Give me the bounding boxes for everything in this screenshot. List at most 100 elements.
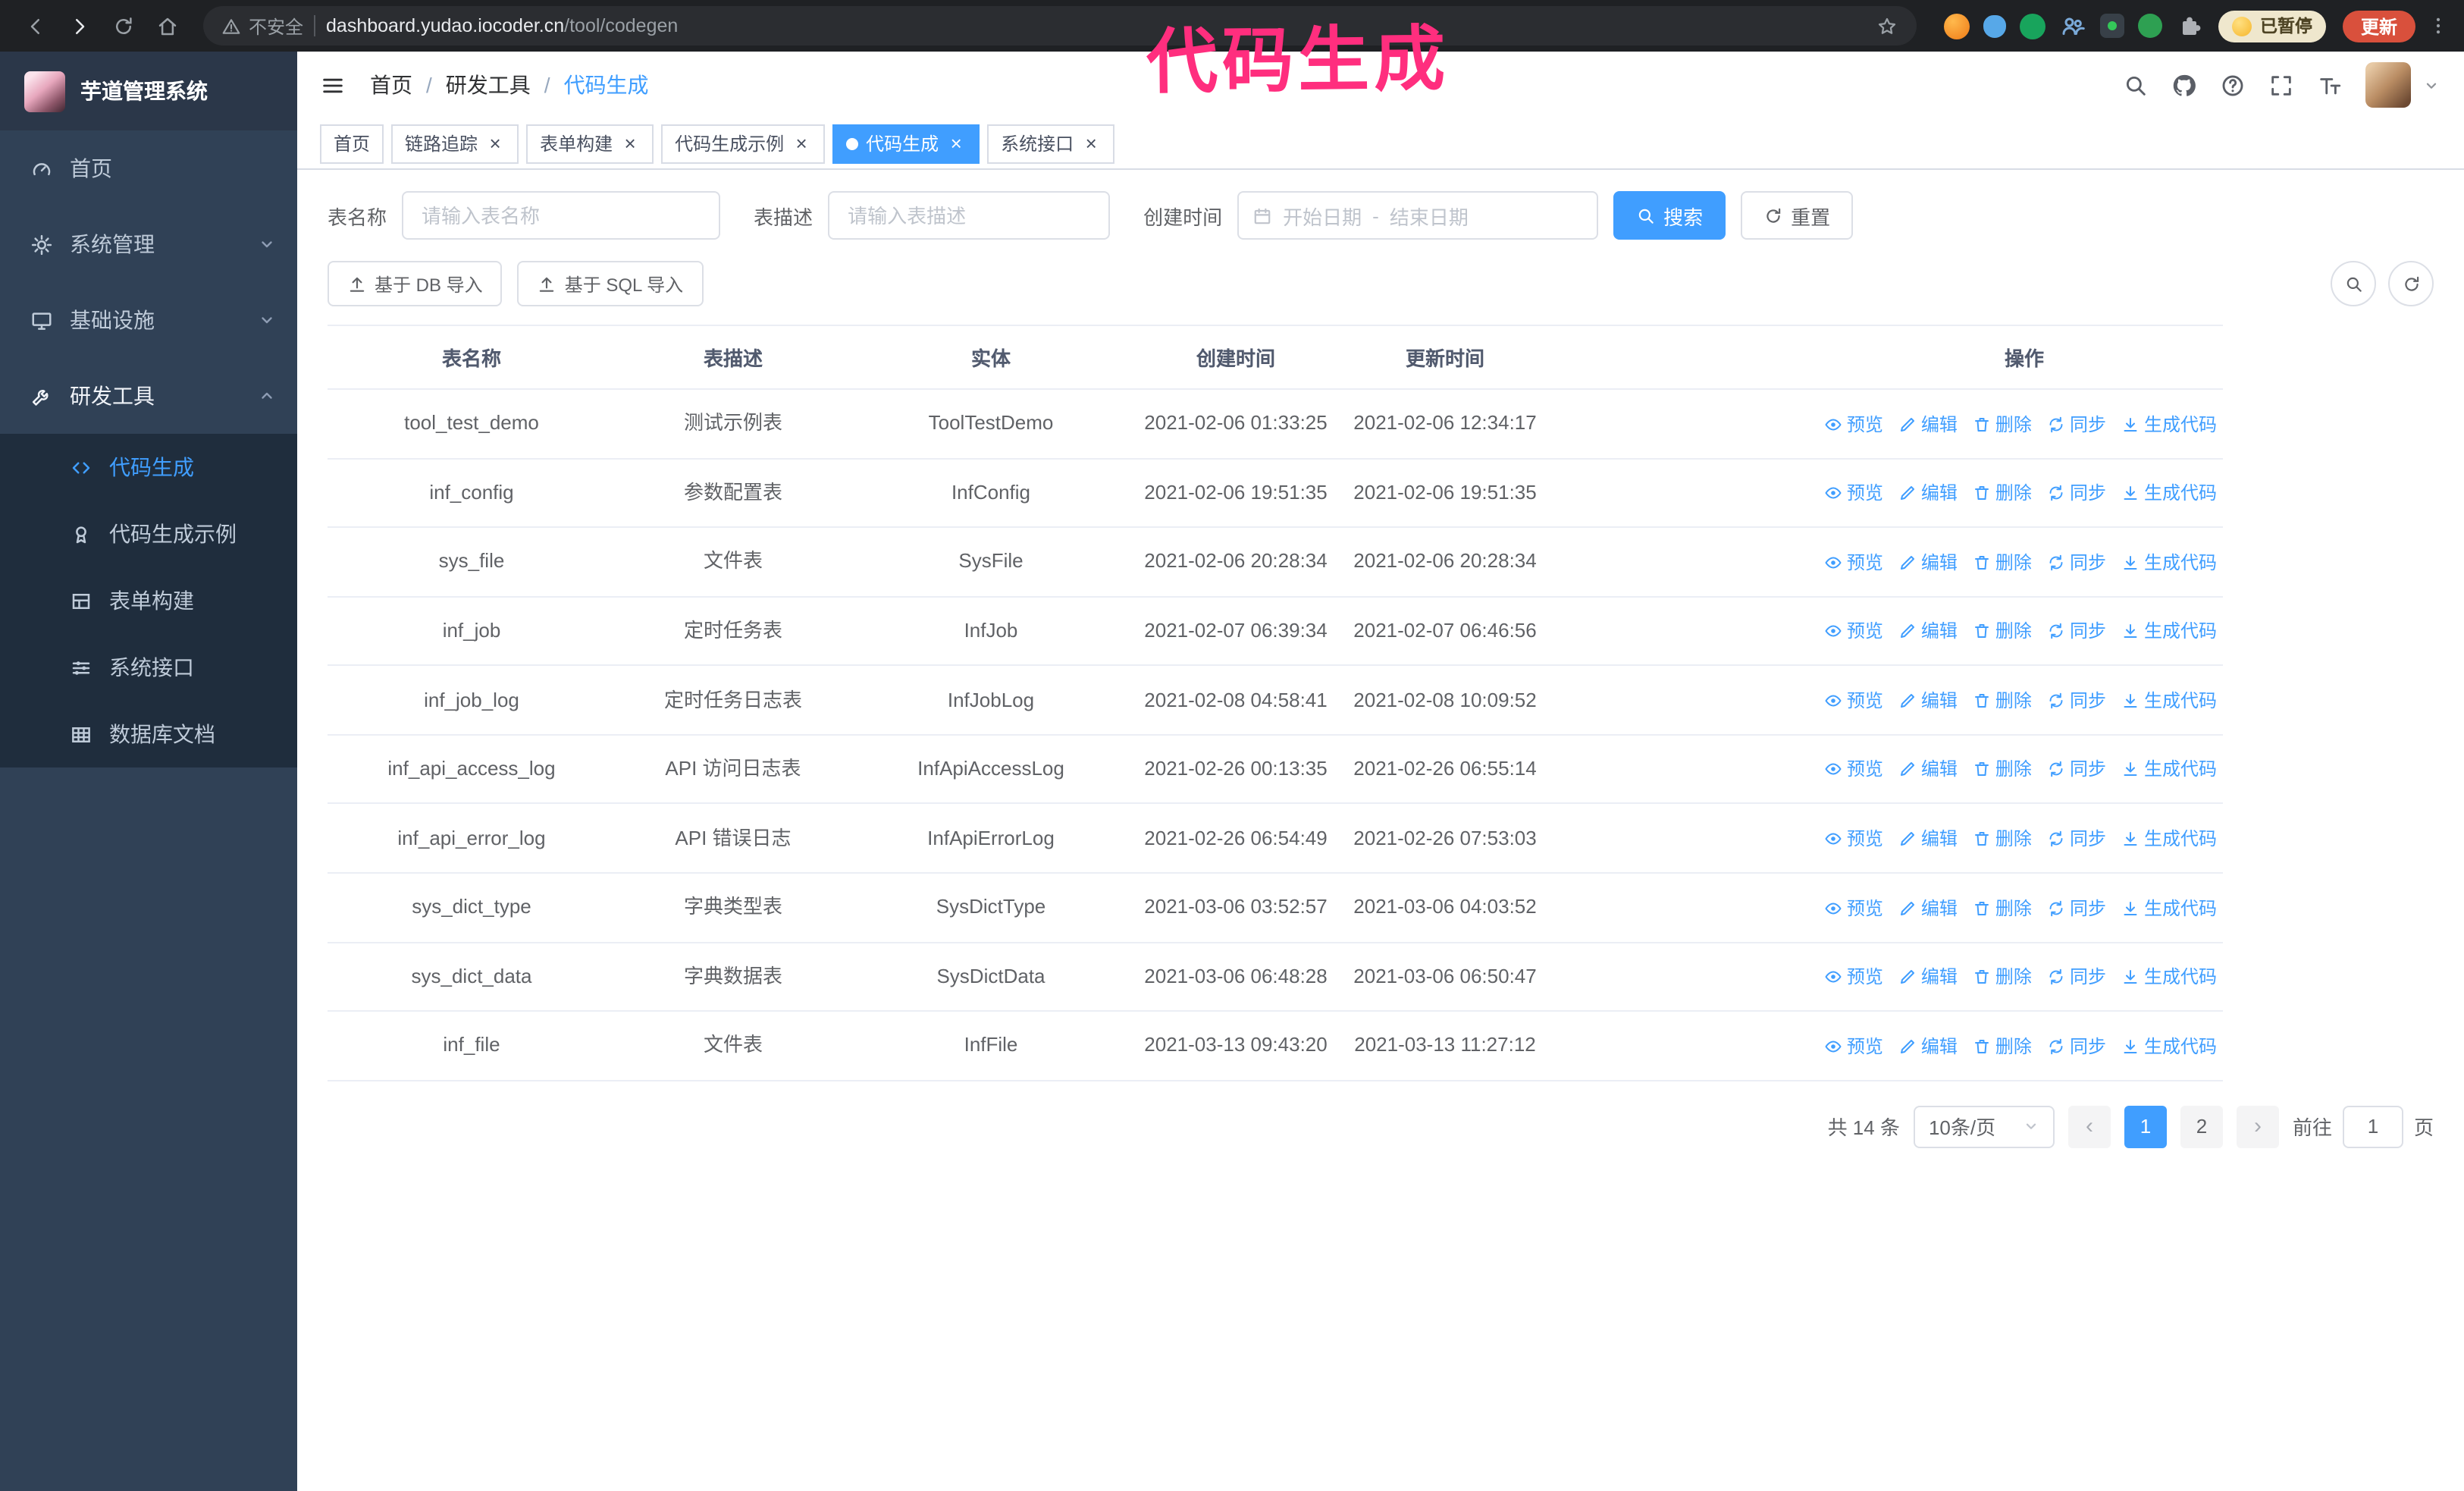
sync-link[interactable]: 同步 bbox=[2047, 755, 2106, 785]
preview-link[interactable]: 预览 bbox=[1824, 547, 1883, 577]
generate-code-link[interactable]: 生成代码 bbox=[2121, 478, 2217, 508]
page-button-2[interactable]: 2 bbox=[2180, 1105, 2223, 1148]
delete-link[interactable]: 删除 bbox=[1973, 547, 2032, 577]
edit-link[interactable]: 编辑 bbox=[1898, 686, 1958, 716]
user-avatar[interactable] bbox=[2365, 62, 2411, 108]
delete-link[interactable]: 删除 bbox=[1973, 686, 2032, 716]
preview-link[interactable]: 预览 bbox=[1824, 617, 1883, 647]
sync-link[interactable]: 同步 bbox=[2047, 478, 2106, 508]
edit-link[interactable]: 编辑 bbox=[1898, 1031, 1958, 1061]
help-icon[interactable] bbox=[2220, 72, 2246, 98]
forward-icon[interactable] bbox=[59, 6, 99, 46]
close-icon[interactable]: × bbox=[485, 133, 505, 153]
delete-link[interactable]: 删除 bbox=[1973, 893, 2032, 923]
tab-link-trace[interactable]: 链路追踪 × bbox=[391, 124, 519, 163]
delete-link[interactable]: 删除 bbox=[1973, 824, 2032, 854]
page-size-select[interactable]: 10条/页 bbox=[1913, 1105, 2055, 1148]
goto-page-input[interactable] bbox=[2342, 1105, 2403, 1148]
browser-menu-icon[interactable] bbox=[2428, 15, 2449, 36]
edit-link[interactable]: 编辑 bbox=[1898, 478, 1958, 508]
sync-link[interactable]: 同步 bbox=[2047, 409, 2106, 439]
tab-form-builder[interactable]: 表单构建 × bbox=[526, 124, 654, 163]
tab-codegen-example[interactable]: 代码生成示例 × bbox=[661, 124, 826, 163]
address-bar[interactable]: 不安全 dashboard.yudao.iocoder.cn/tool/code… bbox=[203, 6, 1917, 46]
bookmark-star-icon[interactable] bbox=[1876, 14, 1899, 37]
sync-link[interactable]: 同步 bbox=[2047, 1031, 2106, 1061]
reload-icon[interactable] bbox=[103, 6, 143, 46]
edit-link[interactable]: 编辑 bbox=[1898, 409, 1958, 439]
sidebar-logo[interactable]: 芋道管理系统 bbox=[0, 52, 297, 130]
edit-link[interactable]: 编辑 bbox=[1898, 893, 1958, 923]
close-icon[interactable]: × bbox=[620, 133, 640, 153]
delete-link[interactable]: 删除 bbox=[1973, 1031, 2032, 1061]
github-icon[interactable] bbox=[2171, 72, 2197, 98]
sync-link[interactable]: 同步 bbox=[2047, 686, 2106, 716]
search-button[interactable]: 搜索 bbox=[1613, 191, 1726, 240]
tab-system-api[interactable]: 系统接口 × bbox=[987, 124, 1115, 163]
preview-link[interactable]: 预览 bbox=[1824, 893, 1883, 923]
sync-link[interactable]: 同步 bbox=[2047, 893, 2106, 923]
extension-icon-dark[interactable] bbox=[2100, 14, 2125, 38]
font-size-icon[interactable] bbox=[2317, 72, 2343, 98]
generate-code-link[interactable]: 生成代码 bbox=[2121, 1031, 2217, 1061]
extension-icon-people[interactable] bbox=[2060, 12, 2087, 39]
edit-link[interactable]: 编辑 bbox=[1898, 547, 1958, 577]
generate-code-link[interactable]: 生成代码 bbox=[2121, 547, 2217, 577]
generate-code-link[interactable]: 生成代码 bbox=[2121, 686, 2217, 716]
sidebar-item-db-doc[interactable]: 数据库文档 bbox=[0, 701, 297, 767]
toggle-search-button[interactable] bbox=[2331, 261, 2376, 306]
import-db-button[interactable]: 基于 DB 导入 bbox=[328, 261, 503, 306]
preview-link[interactable]: 预览 bbox=[1824, 755, 1883, 785]
search-icon[interactable] bbox=[2123, 72, 2149, 98]
preview-link[interactable]: 预览 bbox=[1824, 409, 1883, 439]
delete-link[interactable]: 删除 bbox=[1973, 962, 2032, 992]
breadcrumb-dev-tools[interactable]: 研发工具 bbox=[446, 70, 531, 100]
extension-icon-orange[interactable] bbox=[1944, 13, 1970, 39]
tab-codegen[interactable]: 代码生成 × bbox=[832, 124, 980, 163]
preview-link[interactable]: 预览 bbox=[1824, 1031, 1883, 1061]
hamburger-icon[interactable] bbox=[297, 72, 358, 98]
sidebar-item-system-mgmt[interactable]: 系统管理 bbox=[0, 206, 297, 282]
edit-link[interactable]: 编辑 bbox=[1898, 962, 1958, 992]
next-page-button[interactable]: › bbox=[2236, 1105, 2279, 1148]
preview-link[interactable]: 预览 bbox=[1824, 824, 1883, 854]
close-icon[interactable]: × bbox=[1081, 133, 1101, 153]
refresh-table-button[interactable] bbox=[2388, 261, 2434, 306]
sidebar-item-codegen[interactable]: 代码生成 bbox=[0, 434, 297, 501]
breadcrumb-home[interactable]: 首页 bbox=[370, 70, 412, 100]
generate-code-link[interactable]: 生成代码 bbox=[2121, 893, 2217, 923]
extension-icon-leaf[interactable] bbox=[2138, 14, 2163, 38]
tab-home[interactable]: 首页 bbox=[320, 124, 384, 163]
extension-icon-green[interactable] bbox=[2020, 13, 2046, 39]
fullscreen-icon[interactable] bbox=[2268, 72, 2294, 98]
table-name-input[interactable] bbox=[402, 191, 721, 240]
chevron-down-icon[interactable] bbox=[2423, 77, 2440, 93]
extensions-puzzle-icon[interactable] bbox=[2177, 12, 2204, 39]
date-range-picker[interactable]: 开始日期 - 结束日期 bbox=[1237, 191, 1599, 240]
generate-code-link[interactable]: 生成代码 bbox=[2121, 409, 2217, 439]
generate-code-link[interactable]: 生成代码 bbox=[2121, 824, 2217, 854]
security-status[interactable]: 不安全 bbox=[221, 13, 303, 39]
sync-link[interactable]: 同步 bbox=[2047, 962, 2106, 992]
sidebar-item-home[interactable]: 首页 bbox=[0, 130, 297, 206]
sidebar-item-infrastructure[interactable]: 基础设施 bbox=[0, 282, 297, 358]
generate-code-link[interactable]: 生成代码 bbox=[2121, 617, 2217, 647]
preview-link[interactable]: 预览 bbox=[1824, 478, 1883, 508]
preview-link[interactable]: 预览 bbox=[1824, 686, 1883, 716]
sidebar-item-form-builder[interactable]: 表单构建 bbox=[0, 567, 297, 634]
back-icon[interactable] bbox=[15, 6, 55, 46]
page-button-1[interactable]: 1 bbox=[2124, 1105, 2167, 1148]
browser-update-button[interactable]: 更新 bbox=[2342, 10, 2415, 42]
sidebar-item-dev-tools[interactable]: 研发工具 bbox=[0, 358, 297, 434]
extension-icon-blue[interactable] bbox=[1983, 14, 2007, 37]
delete-link[interactable]: 删除 bbox=[1973, 409, 2032, 439]
edit-link[interactable]: 编辑 bbox=[1898, 755, 1958, 785]
reset-button[interactable]: 重置 bbox=[1741, 191, 1854, 240]
close-icon[interactable]: × bbox=[792, 133, 811, 153]
home-icon[interactable] bbox=[147, 6, 187, 46]
close-icon[interactable]: × bbox=[946, 133, 966, 153]
sidebar-item-system-api[interactable]: 系统接口 bbox=[0, 634, 297, 701]
edit-link[interactable]: 编辑 bbox=[1898, 617, 1958, 647]
sync-link[interactable]: 同步 bbox=[2047, 824, 2106, 854]
paused-badge[interactable]: 已暂停 bbox=[2218, 10, 2326, 42]
